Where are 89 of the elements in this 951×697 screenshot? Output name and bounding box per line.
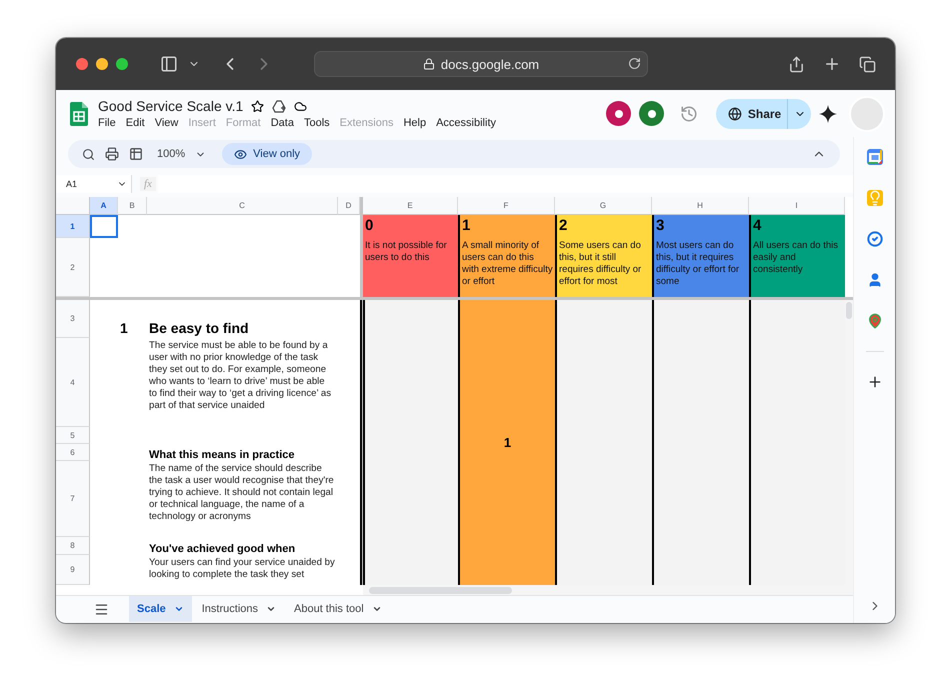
- column-header[interactable]: G: [555, 197, 652, 215]
- score-cell[interactable]: [555, 300, 652, 585]
- table-format-icon[interactable]: [129, 147, 143, 161]
- menu-item[interactable]: Tools: [304, 117, 330, 129]
- caret-icon[interactable]: [266, 604, 276, 614]
- column-header[interactable]: E: [363, 197, 458, 215]
- drive-add-icon[interactable]: [272, 100, 286, 112]
- tasks-icon[interactable]: [866, 231, 882, 247]
- score-number: 3: [656, 218, 666, 234]
- close-button[interactable]: [76, 58, 88, 70]
- cell-reference: A1: [66, 179, 78, 189]
- menu-item[interactable]: View: [154, 117, 178, 129]
- row-header[interactable]: 8: [56, 537, 90, 555]
- document-title[interactable]: Good Service Scale v.1: [98, 98, 244, 114]
- menu-item[interactable]: Data: [270, 117, 294, 129]
- sheet-tab[interactable]: Instructions: [194, 596, 284, 622]
- score-number: 4: [753, 218, 762, 234]
- column-header[interactable]: H: [652, 197, 749, 215]
- column-header[interactable]: D: [338, 197, 360, 215]
- name-box[interactable]: A1: [56, 175, 132, 193]
- row-header[interactable]: 9: [56, 555, 90, 585]
- maps-icon[interactable]: [866, 313, 882, 329]
- zoom-level[interactable]: 100%: [157, 148, 186, 160]
- scrollbar-thumb[interactable]: [369, 586, 512, 594]
- column-header[interactable]: A: [90, 197, 118, 215]
- section-text: Your users can find your service unaided by looking to complete the task they set: [148, 556, 336, 582]
- formula-icon: fx: [140, 177, 156, 191]
- all-sheets-icon[interactable]: [94, 602, 109, 616]
- row-header[interactable]: 4: [56, 338, 90, 427]
- search-icon[interactable]: [82, 148, 95, 160]
- row-header[interactable]: 3: [56, 300, 90, 338]
- share-icon[interactable]: [788, 56, 805, 72]
- principle-number: 1: [119, 320, 129, 338]
- scrollbar-thumb[interactable]: [846, 302, 852, 319]
- globe-icon: [728, 106, 742, 120]
- rating-cell[interactable]: 1: [458, 300, 555, 585]
- menu-item[interactable]: File: [98, 117, 116, 129]
- contacts-icon[interactable]: [866, 272, 882, 288]
- row-header[interactable]: 5: [56, 427, 90, 444]
- url-text: docs.google.com: [440, 56, 540, 72]
- address-bar[interactable]: docs.google.com: [314, 51, 648, 77]
- section-heading: You've achieved good when: [148, 543, 296, 555]
- selected-cell[interactable]: [90, 215, 118, 238]
- score-description: All users can do this easily and consistently: [753, 240, 840, 276]
- score-description: Some users can do this, but it still requires difficulty or effort for most: [559, 240, 642, 288]
- row-header[interactable]: 1: [56, 215, 90, 238]
- star-icon[interactable]: [251, 100, 264, 112]
- view-only-button[interactable]: View only: [222, 143, 312, 165]
- share-button[interactable]: Share: [716, 98, 811, 128]
- section-text: The name of the service should describe the task a user would recognise that they're trying to achieve. It should not contain legal or technical language, the name of a technology or acronyms: [148, 462, 335, 524]
- score-description: A small minority of users can do this with extreme difficulty or effort: [462, 240, 553, 288]
- sheets-logo-icon[interactable]: [70, 102, 88, 126]
- principle-title: Be easy to find: [148, 320, 250, 338]
- row-header[interactable]: 7: [56, 461, 90, 537]
- column-header[interactable]: B: [118, 197, 147, 215]
- column-header[interactable]: F: [458, 197, 555, 215]
- menu-item[interactable]: Help: [403, 117, 426, 129]
- print-icon[interactable]: [105, 147, 119, 161]
- score-cell[interactable]: [363, 300, 458, 585]
- score-description: It is not possible for users to do this: [365, 240, 448, 264]
- caret-icon[interactable]: [372, 604, 382, 614]
- menu-item[interactable]: Accessibility: [436, 117, 496, 129]
- sidebar-icon[interactable]: [160, 55, 178, 73]
- reload-icon[interactable]: [628, 57, 641, 70]
- score-number: 1: [462, 218, 472, 234]
- minimize-button[interactable]: [96, 58, 108, 70]
- zoom-button[interactable]: [116, 58, 128, 70]
- score-number: 0: [365, 218, 374, 234]
- column-header[interactable]: C: [147, 197, 338, 215]
- score-number: 2: [559, 218, 568, 234]
- sparkle-icon[interactable]: [819, 104, 837, 122]
- section-heading: What this means in practice: [148, 449, 296, 461]
- lock-icon: [422, 58, 435, 70]
- add-icon[interactable]: [866, 374, 882, 390]
- menu-item[interactable]: Edit: [126, 117, 145, 129]
- sheet-tab[interactable]: About this tool: [286, 596, 390, 622]
- cloud-icon: [294, 100, 308, 112]
- score-description: Most users can do this, but it requires difficulty or effort for some: [656, 240, 740, 288]
- row-header[interactable]: 6: [56, 444, 90, 461]
- history-icon[interactable]: [680, 104, 698, 122]
- new-tab-icon[interactable]: [823, 55, 841, 73]
- column-header[interactable]: I: [749, 197, 845, 215]
- tabs-overview-icon[interactable]: [859, 56, 876, 72]
- row-header[interactable]: 2: [56, 238, 90, 297]
- principle-description: The service must be able to be found by a user with no prior knowledge of the task they set out to do. For example, someone who wants to ‘learn to drive’ must be able to find their way to ‘get a driving licence’ as part of that service unaided: [148, 339, 332, 413]
- calendar-icon[interactable]: [866, 149, 882, 165]
- score-cell[interactable]: [652, 300, 749, 585]
- eye-icon: [234, 148, 248, 160]
- sheet-tab[interactable]: Scale: [129, 596, 192, 622]
